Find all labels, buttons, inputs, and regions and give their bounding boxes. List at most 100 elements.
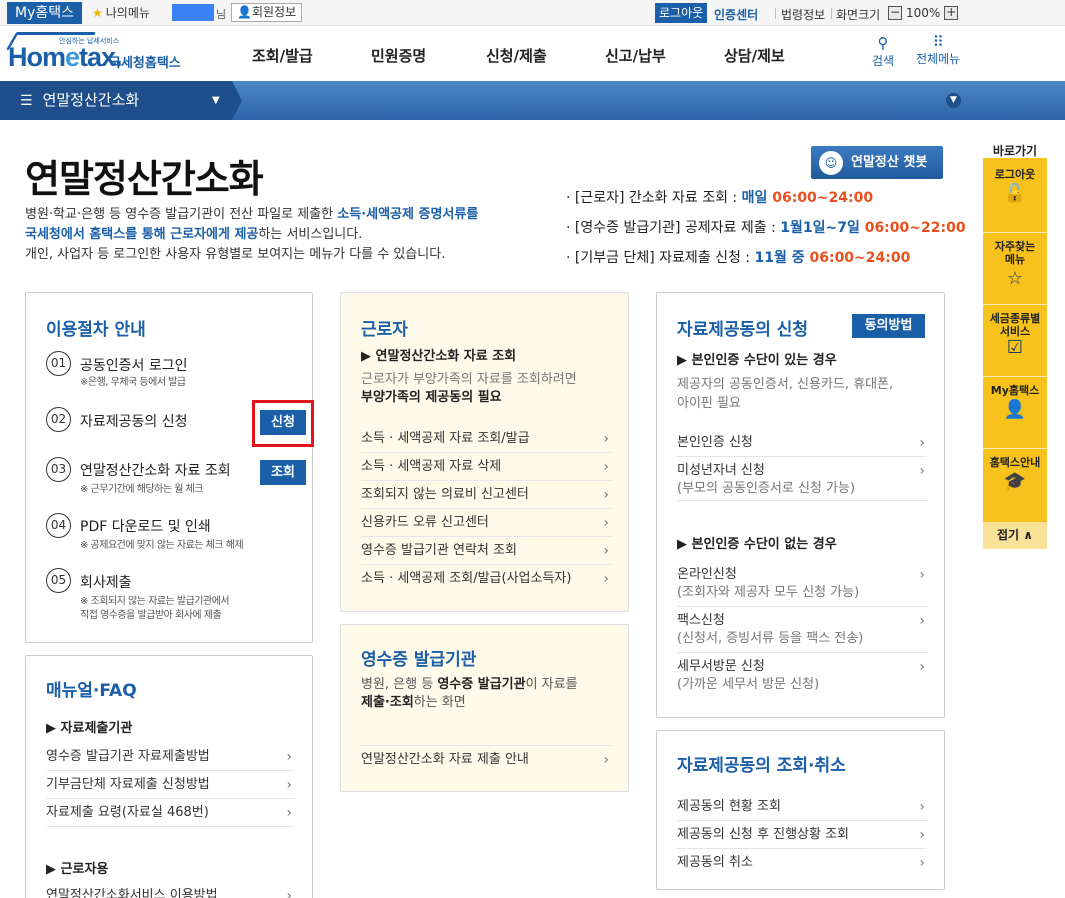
top-utility-bar: My홈택스 ★ 나의메뉴 님 👤회원정보 로그아웃 인증센터 법령정보 화면크기 … bbox=[0, 0, 1065, 26]
all-menu-button[interactable]: ⠿ 전체메뉴 bbox=[916, 34, 960, 67]
worker-box: 근로자 ▶ 연말정산간소화 자료 조회 근로자가 부양가족의 자료를 조회하려면… bbox=[340, 292, 629, 612]
step-note: ※ 공제요건에 맞지 않는 자료는 체크 해제 bbox=[80, 540, 244, 551]
worker-link[interactable]: 소득 · 세액공제 자료 삭제 › bbox=[361, 453, 611, 481]
cancel-link[interactable]: 제공동의 신청 후 진행상황 조회 › bbox=[677, 821, 927, 849]
navtab-arrow bbox=[232, 81, 242, 120]
schedule-item: · [기부금 단체] 자료제출 신청 : 11월 중 06:00~24:00 bbox=[566, 250, 911, 266]
section-heading: ▶ 본인인증 수단이 있는 경우 bbox=[677, 353, 837, 368]
cert-center-link[interactable]: 인증센터 bbox=[714, 6, 758, 23]
step-number: 03 bbox=[46, 457, 71, 482]
chevron-right-icon: › bbox=[919, 435, 925, 451]
law-info-link[interactable]: 법령정보 bbox=[781, 6, 825, 23]
chevron-right-icon: › bbox=[919, 567, 925, 583]
user-icon: 👤 bbox=[1003, 399, 1027, 420]
chevron-right-icon: › bbox=[603, 487, 609, 503]
current-menu-dropdown[interactable]: ☰ 연말정산간소화 ▼ bbox=[0, 81, 232, 120]
lock-icon: 🔓 bbox=[1003, 183, 1027, 204]
hamburger-icon: ☰ bbox=[20, 93, 33, 109]
consent-link[interactable]: 본인인증 신청 › bbox=[677, 429, 927, 457]
section-heading: ▶ 자료제출기관 bbox=[46, 721, 133, 736]
manual-link[interactable]: 연말정산간소화서비스 이용방법 › bbox=[46, 882, 294, 898]
quick-menu-title: 바로가기 bbox=[992, 144, 1038, 158]
issuer-title: 영수증 발급기관 bbox=[361, 650, 477, 670]
consent-link[interactable]: 세무서방문 신청 (가까운 세무서 방문 신청) › bbox=[677, 653, 927, 699]
cancel-link[interactable]: 제공동의 취소 › bbox=[677, 849, 927, 877]
consent-link[interactable]: 팩스신청 (신청서, 증빙서류 등을 팩스 전송) › bbox=[677, 607, 927, 653]
step-label: 공동인증서 로그인 bbox=[80, 358, 188, 374]
step-label: 회사제출 bbox=[80, 575, 132, 591]
manual-link[interactable]: 기부금단체 자료제출 신청방법 › bbox=[46, 771, 294, 799]
worker-link[interactable]: 영수증 발급기관 연락처 조회 › bbox=[361, 537, 611, 565]
screen-size-label: 화면크기 bbox=[836, 8, 881, 22]
chevron-right-icon: › bbox=[286, 777, 292, 793]
logo-wordmark: Hometax. bbox=[8, 42, 123, 72]
guide-icon: 🎓 bbox=[1003, 471, 1027, 492]
quick-hometax-guide[interactable]: 홈택스안내 🎓 bbox=[983, 456, 1047, 492]
quick-frequent-menu[interactable]: 자주찾는 메뉴 ☆ bbox=[983, 240, 1047, 289]
divider bbox=[831, 8, 832, 19]
member-info-button[interactable]: 👤회원정보 bbox=[231, 3, 303, 22]
section-heading: ▶ 연말정산간소화 자료 조회 bbox=[361, 349, 517, 364]
chevron-right-icon: › bbox=[919, 659, 925, 675]
zoom-out-button[interactable]: − bbox=[888, 6, 902, 20]
apply-button[interactable]: 신청 bbox=[260, 410, 306, 435]
section-heading: ▶ 본인인증 수단이 없는 경우 bbox=[677, 537, 837, 552]
chevron-right-icon: › bbox=[919, 613, 925, 629]
worker-link[interactable]: 소득 · 세액공제 자료 조회/발급 › bbox=[361, 425, 611, 453]
worker-link[interactable]: 조회되지 않는 의료비 신고센터 › bbox=[361, 481, 611, 509]
step-note: ※은행, 우체국 등에서 발급 bbox=[80, 377, 186, 388]
manual-link[interactable]: 영수증 발급기관 자료제출방법 › bbox=[46, 743, 294, 771]
worker-link[interactable]: 신용카드 오류 신고센터 › bbox=[361, 509, 611, 537]
fold-button[interactable]: 접기 ∧ bbox=[983, 522, 1047, 549]
user-name-redacted bbox=[172, 4, 214, 21]
gnb-report-pay[interactable]: 신고/납부 bbox=[605, 45, 666, 66]
quick-logout[interactable]: 로그아웃 🔓 bbox=[983, 168, 1047, 204]
search-button[interactable]: ⚲ 검색 bbox=[872, 34, 894, 69]
hometax-logo[interactable]: 안심하는 납세서비스 Hometax. 국세청홈택스 bbox=[5, 32, 190, 76]
divider bbox=[983, 232, 1047, 233]
gnb-inquiry[interactable]: 조회/발급 bbox=[252, 45, 313, 66]
page-title: 연말정산간소화 bbox=[25, 157, 264, 201]
chevron-right-icon: › bbox=[286, 805, 292, 821]
manual-box: 매뉴얼·FAQ ▶ 자료제출기관 영수증 발급기관 자료제출방법 › 기부금단체 … bbox=[25, 655, 313, 898]
consent-link[interactable]: 본인인증 신청미성년자녀 신청(부모의 공동인증서로 신청 가능)› bbox=[677, 457, 927, 501]
worker-link[interactable]: 소득 · 세액공제 조회/발급(사업소득자) › bbox=[361, 565, 611, 593]
step-note: ※ 조회되지 않는 자료는 발급기관에서 bbox=[80, 596, 230, 607]
chevron-right-icon: › bbox=[603, 752, 609, 768]
worker-title: 근로자 bbox=[361, 320, 408, 340]
chevron-right-icon: › bbox=[603, 459, 609, 475]
gnb-consult[interactable]: 상담/제보 bbox=[724, 45, 785, 66]
divider bbox=[983, 376, 1047, 377]
schedule-item: · [근로자] 간소화 자료 조회 : 매일 06:00~24:00 bbox=[566, 190, 874, 206]
zoom-in-button[interactable]: + bbox=[944, 6, 959, 20]
gnb-certificate[interactable]: 민원증명 bbox=[371, 45, 426, 66]
consent-method-button[interactable]: 동의방법 bbox=[852, 314, 925, 338]
step-label: PDF 다운로드 및 인쇄 bbox=[80, 519, 211, 535]
procedure-title: 이용절차 안내 bbox=[46, 320, 146, 340]
quick-tax-service[interactable]: 세금종류별 서비스 ☑ bbox=[983, 312, 1047, 357]
star-outline-icon: ☆ bbox=[1006, 268, 1024, 289]
chevron-down-icon[interactable]: ▼ bbox=[946, 93, 961, 108]
logout-button[interactable]: 로그아웃 bbox=[655, 3, 708, 23]
chevron-right-icon: › bbox=[603, 571, 609, 587]
issuer-link[interactable]: 연말정산간소화 자료 제출 안내 › bbox=[361, 745, 611, 773]
caret-down-icon: ▼ bbox=[212, 95, 220, 106]
user-suffix: 님 bbox=[216, 8, 227, 21]
cancel-link[interactable]: 제공동의 현황 조회 › bbox=[677, 793, 927, 821]
chevron-right-icon: › bbox=[603, 515, 609, 531]
step-note: 직접 영수증을 발급받아 회사에 제출 bbox=[80, 610, 222, 621]
chevron-up-icon: ∧ bbox=[1023, 528, 1034, 542]
person-icon: 👤 bbox=[237, 5, 252, 19]
manual-link[interactable]: 자료제출 요령(자료실 468번) › bbox=[46, 799, 294, 827]
quick-myhometax[interactable]: My홈택스 👤 bbox=[983, 384, 1047, 420]
manual-title: 매뉴얼·FAQ bbox=[46, 681, 137, 701]
my-menu-link[interactable]: ★ 나의메뉴 bbox=[92, 4, 150, 22]
consent-cancel-box: 자료제공동의 조회·취소 제공동의 현황 조회 › 제공동의 신청 후 진행상황 … bbox=[656, 730, 945, 890]
gnb-application[interactable]: 신청/제출 bbox=[486, 45, 547, 66]
myhometax-link[interactable]: My홈택스 bbox=[7, 2, 83, 24]
robot-icon: ☺ bbox=[819, 151, 843, 175]
consent-link[interactable]: 온라인신청 (조회자와 제공자 모두 신청 가능) › bbox=[677, 561, 927, 607]
inquiry-button[interactable]: 조회 bbox=[260, 460, 306, 485]
step-note: ※ 근무기간에 해당하는 월 체크 bbox=[80, 484, 204, 495]
chatbot-button[interactable]: ☺ 연말정산 챗봇 bbox=[811, 146, 943, 179]
